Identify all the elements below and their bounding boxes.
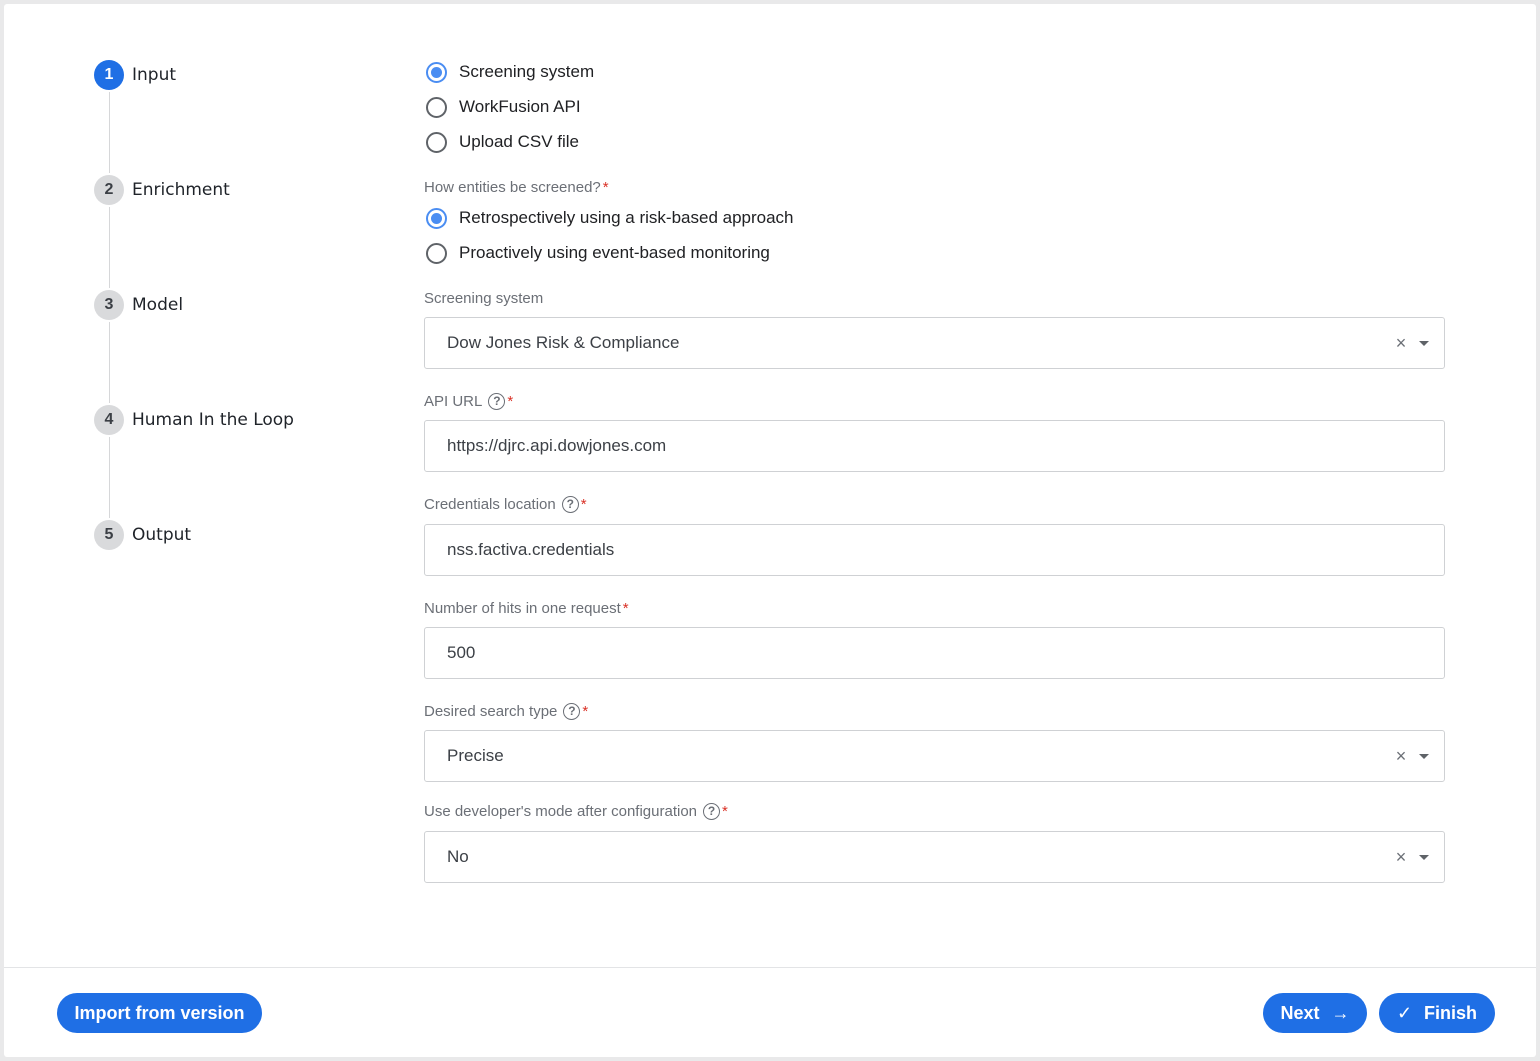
- button-label: Import from version: [74, 1002, 245, 1023]
- step-number: 3: [94, 290, 124, 320]
- required-marker: *: [582, 702, 589, 720]
- screening-mode-label: How entities be screened? *: [424, 177, 609, 197]
- clear-icon[interactable]: ×: [1390, 847, 1412, 868]
- next-button[interactable]: Next →: [1263, 993, 1367, 1033]
- label-text: How entities be screened?: [424, 178, 601, 196]
- step-label: Input: [132, 65, 177, 85]
- search-type-label: Desired search type ? *: [424, 701, 588, 721]
- label-text: Credentials location: [424, 495, 556, 513]
- screening-system-select[interactable]: Dow Jones Risk & Compliance ×: [424, 317, 1445, 369]
- screening-system-label: Screening system: [424, 288, 543, 308]
- step-enrichment[interactable]: 2 Enrichment: [94, 173, 230, 207]
- radio-retrospective[interactable]: Retrospectively using a risk-based appro…: [424, 205, 794, 231]
- check-icon: ✓: [1396, 1002, 1413, 1023]
- step-number: 2: [94, 175, 124, 205]
- radio-label: Screening system: [459, 62, 595, 81]
- step-label: Human In the Loop: [132, 410, 294, 430]
- label-text: Screening system: [424, 289, 544, 307]
- step-model[interactable]: 3 Model: [94, 288, 183, 322]
- label-text: Desired search type: [424, 702, 558, 720]
- help-icon[interactable]: ?: [563, 702, 581, 720]
- input-value: 500: [447, 643, 476, 662]
- radio-button[interactable]: [426, 96, 447, 118]
- input-value: https://djrc.api.dowjones.com: [447, 436, 667, 455]
- api-url-input[interactable]: https://djrc.api.dowjones.com: [424, 420, 1445, 472]
- step-number: 4: [94, 405, 124, 435]
- chevron-down-icon[interactable]: [1419, 854, 1429, 860]
- required-marker: *: [507, 392, 514, 410]
- label-text: API URL: [424, 392, 483, 410]
- step-human-in-the-loop[interactable]: 4 Human In the Loop: [94, 403, 294, 437]
- hits-per-request-input[interactable]: 500: [424, 627, 1445, 679]
- radio-screening-system[interactable]: Screening system: [424, 59, 594, 85]
- help-icon[interactable]: ?: [703, 802, 721, 820]
- clear-icon[interactable]: ×: [1390, 746, 1412, 767]
- arrow-right-icon: →: [1331, 1002, 1350, 1023]
- select-value: Precise: [447, 746, 504, 765]
- developer-mode-label: Use developer's mode after configuration…: [424, 801, 728, 821]
- chevron-down-icon[interactable]: [1419, 340, 1429, 346]
- radio-upload-csv[interactable]: Upload CSV file: [424, 129, 579, 155]
- search-type-select[interactable]: Precise ×: [424, 730, 1445, 782]
- credentials-location-label: Credentials location ? *: [424, 494, 587, 514]
- label-text: Use developer's mode after configuration: [424, 802, 698, 820]
- required-marker: *: [622, 599, 629, 617]
- required-marker: *: [722, 802, 728, 820]
- input-value: nss.factiva.credentials: [447, 540, 615, 559]
- import-from-version-button[interactable]: Import from version: [57, 993, 262, 1033]
- step-label: Output: [132, 525, 192, 545]
- step-number: 1: [94, 60, 124, 90]
- button-label: Next: [1280, 1002, 1320, 1023]
- radio-label: Upload CSV file: [459, 132, 580, 151]
- required-marker: *: [580, 495, 587, 513]
- radio-button-checked[interactable]: [426, 61, 447, 83]
- step-label: Enrichment: [132, 180, 230, 200]
- radio-proactive[interactable]: Proactively using event-based monitoring: [424, 240, 770, 266]
- radio-label: Proactively using event-based monitoring: [459, 243, 770, 262]
- credentials-location-input[interactable]: nss.factiva.credentials: [424, 524, 1445, 576]
- help-icon[interactable]: ?: [488, 392, 506, 410]
- step-input[interactable]: 1 Input: [94, 58, 176, 92]
- step-output[interactable]: 5 Output: [94, 518, 191, 552]
- radio-button[interactable]: [426, 242, 447, 264]
- step-label: Model: [132, 295, 184, 315]
- label-text: Number of hits in one request: [424, 599, 621, 617]
- radio-button[interactable]: [426, 131, 447, 153]
- select-value: No: [447, 847, 469, 866]
- button-label: Finish: [1424, 1002, 1478, 1023]
- step-connector: [109, 322, 110, 403]
- developer-mode-select[interactable]: No ×: [424, 831, 1445, 883]
- step-connector: [109, 207, 110, 288]
- api-url-label: API URL ? *: [424, 391, 513, 411]
- step-connector: [109, 92, 110, 173]
- select-value: Dow Jones Risk & Compliance: [447, 333, 680, 352]
- help-icon[interactable]: ?: [561, 495, 579, 513]
- chevron-down-icon[interactable]: [1419, 753, 1429, 759]
- hits-per-request-label: Number of hits in one request *: [424, 598, 629, 618]
- radio-label: Retrospectively using a risk-based appro…: [459, 208, 794, 227]
- footer-divider: [4, 967, 1536, 968]
- step-connector: [109, 437, 110, 518]
- clear-icon[interactable]: ×: [1390, 333, 1412, 354]
- radio-button-checked[interactable]: [426, 207, 447, 229]
- required-marker: *: [602, 178, 609, 196]
- finish-button[interactable]: ✓ Finish: [1379, 993, 1495, 1033]
- step-number: 5: [94, 520, 124, 550]
- radio-label: WorkFusion API: [459, 97, 581, 116]
- radio-workfusion-api[interactable]: WorkFusion API: [424, 94, 581, 120]
